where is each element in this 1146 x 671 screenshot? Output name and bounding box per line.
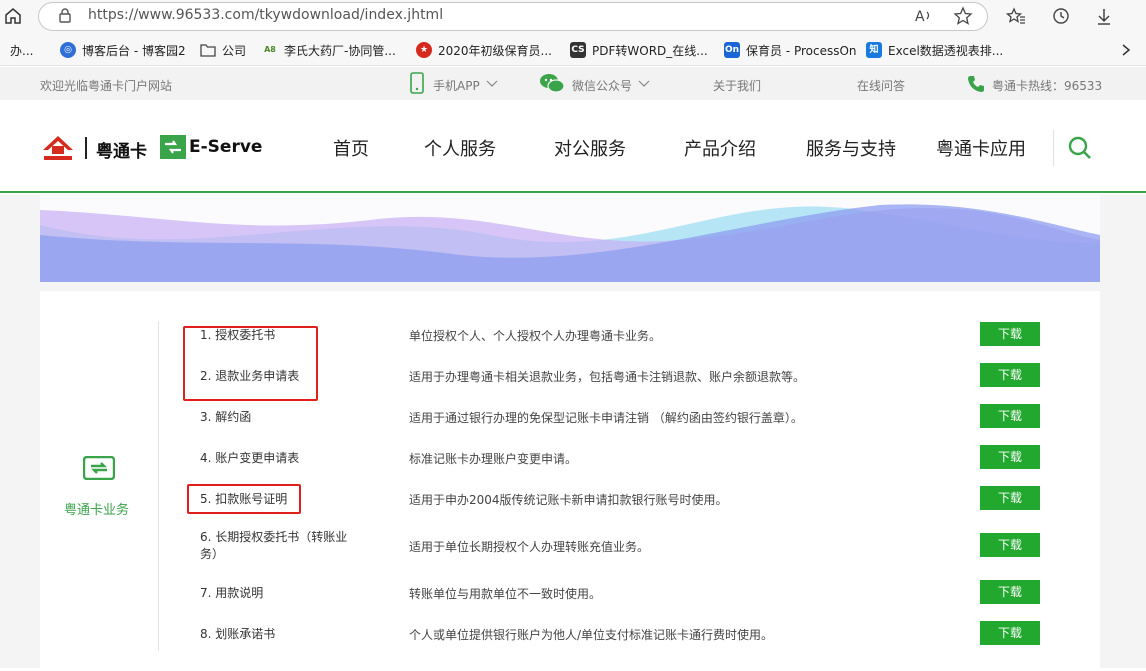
site-header: 粤通卡 E-Serve 首页 个人服务 对公服务 产品介绍 服务与支持 粤通卡应…	[0, 100, 1146, 193]
download-card: 粤通卡业务 1. 授权委托书 单位授权个人、个人授权个人办理粤通卡业务。 下载 …	[40, 291, 1100, 671]
download-button[interactable]: 下载	[980, 363, 1040, 387]
home-icon[interactable]	[4, 7, 22, 25]
svg-text:A: A	[915, 9, 925, 25]
url-text[interactable]: https://www.96533.com/tkywdownload/index…	[88, 7, 443, 23]
bookmark-item[interactable]: Excel数据透视表排...	[888, 42, 1003, 59]
form-name[interactable]: 7. 用款说明	[200, 585, 360, 602]
nav-divider	[1053, 130, 1054, 166]
form-name[interactable]: 4. 账户变更申请表	[200, 450, 360, 467]
form-description: 适用于通过银行办理的免保型记账卡申请注销 （解约函由签约银行盖章）。	[409, 411, 803, 425]
nav-apps[interactable]: 粤通卡应用	[936, 135, 1026, 161]
form-description: 适用于单位长期授权个人办理转账充值业务。	[409, 540, 650, 554]
form-name[interactable]: 8. 划账承诺书	[200, 626, 360, 643]
main-area: 粤通卡业务 1. 授权委托书 单位授权个人、个人授权个人办理粤通卡业务。 下载 …	[0, 195, 1146, 671]
download-button[interactable]: 下载	[980, 404, 1040, 428]
bookmark-item[interactable]: 2020年初级保育员...	[438, 42, 552, 59]
bookmark-item[interactable]: 公司	[222, 42, 246, 59]
browser-toolbar: https://www.96533.com/tkywdownload/index…	[0, 0, 1146, 34]
welcome-text: 欢迎光临粤通卡门户网站	[40, 79, 173, 93]
favorite-star-icon[interactable]	[953, 6, 973, 26]
form-description: 标准记账卡办理账户变更申请。	[409, 452, 578, 466]
nav-home[interactable]: 首页	[333, 135, 369, 161]
bookmark-favicon-icon: 知	[866, 42, 882, 58]
bookmark-favicon-icon: CS	[570, 42, 586, 58]
bookmark-favicon-icon: On	[724, 42, 740, 58]
download-button[interactable]: 下载	[980, 445, 1040, 469]
wechat-icon	[540, 74, 565, 93]
nav-personal[interactable]: 个人服务	[424, 135, 496, 161]
search-icon[interactable]	[1067, 135, 1093, 161]
download-button[interactable]: 下载	[980, 580, 1040, 604]
logo-divider	[85, 137, 87, 159]
phone-icon	[968, 76, 984, 92]
card-logo-icon	[160, 135, 186, 159]
download-button[interactable]: 下载	[980, 486, 1040, 510]
read-aloud-icon[interactable]: A	[913, 6, 933, 26]
bookmark-item[interactable]: 李氏大药厂-协同管...	[284, 42, 396, 59]
bookmark-favicon-icon: ◎	[60, 42, 76, 58]
bookmark-item[interactable]: 保育员 - ProcessOn	[746, 42, 857, 59]
form-name[interactable]: 6. 长期授权委托书（转账业务）	[200, 529, 360, 563]
highlight-box	[187, 484, 301, 514]
nav-support[interactable]: 服务与支持	[806, 135, 896, 161]
qa-link[interactable]: 在线问答	[857, 77, 905, 94]
history-icon[interactable]	[1051, 6, 1071, 26]
download-button[interactable]: 下载	[980, 322, 1040, 346]
bookmark-item[interactable]: PDF转WORD_在线...	[592, 42, 708, 59]
eserve-label: E-Serve	[189, 137, 263, 157]
bookmark-item[interactable]: 办...	[10, 42, 33, 59]
download-button[interactable]: 下载	[980, 533, 1040, 557]
form-description: 适用于办理粤通卡相关退款业务，包括粤通卡注销退款、账户余额退款等。	[409, 370, 806, 384]
nav-corporate[interactable]: 对公服务	[554, 135, 626, 161]
wave-banner	[40, 195, 1100, 282]
chevron-down-icon[interactable]	[638, 80, 650, 88]
form-description: 转账单位与用款单位不一致时使用。	[409, 587, 602, 601]
bookmark-favicon-icon: ★	[416, 42, 432, 58]
chevron-down-icon[interactable]	[486, 80, 498, 88]
lock-icon[interactable]	[58, 7, 72, 23]
company-logo-icon[interactable]	[40, 134, 76, 162]
download-icon[interactable]	[1094, 6, 1114, 26]
about-link[interactable]: 关于我们	[713, 77, 761, 94]
app-link[interactable]: 手机APP	[433, 77, 480, 94]
card-business-icon	[83, 456, 115, 480]
site-topbar: 欢迎光临粤通卡门户网站 手机APP 微信公众号 关于我们 在线问答 粤通卡热线：…	[0, 67, 1146, 100]
bookmark-favicon-icon: A8	[264, 45, 276, 54]
favorites-list-icon[interactable]	[1006, 6, 1026, 26]
chevron-right-icon[interactable]	[1120, 43, 1132, 57]
brand-name: 粤通卡	[96, 142, 147, 162]
highlight-box	[183, 326, 318, 401]
form-description: 适用于申办2004版传统记账卡新申请扣款银行账号时使用。	[409, 493, 728, 507]
bookmark-item[interactable]: 博客后台 - 博客园2	[82, 42, 186, 59]
bookmarks-bar: 办... ◎ 博客后台 - 博客园2 公司 A8 李氏大药厂-协同管... ★ …	[0, 34, 1146, 66]
section-title: 粤通卡业务	[64, 503, 130, 518]
download-button[interactable]: 下载	[980, 621, 1040, 645]
hotline-text: 粤通卡热线：96533	[992, 79, 1103, 93]
nav-products[interactable]: 产品介绍	[684, 135, 756, 161]
folder-icon	[200, 44, 216, 57]
form-description: 个人或单位提供银行账户为他人/单位支付标准记账卡通行费时使用。	[409, 628, 774, 642]
wechat-link[interactable]: 微信公众号	[572, 77, 632, 94]
section-divider	[158, 321, 159, 651]
mobile-phone-icon	[410, 72, 424, 94]
form-description: 单位授权个人、个人授权个人办理粤通卡业务。	[409, 329, 662, 343]
form-name[interactable]: 3. 解约函	[200, 409, 360, 426]
